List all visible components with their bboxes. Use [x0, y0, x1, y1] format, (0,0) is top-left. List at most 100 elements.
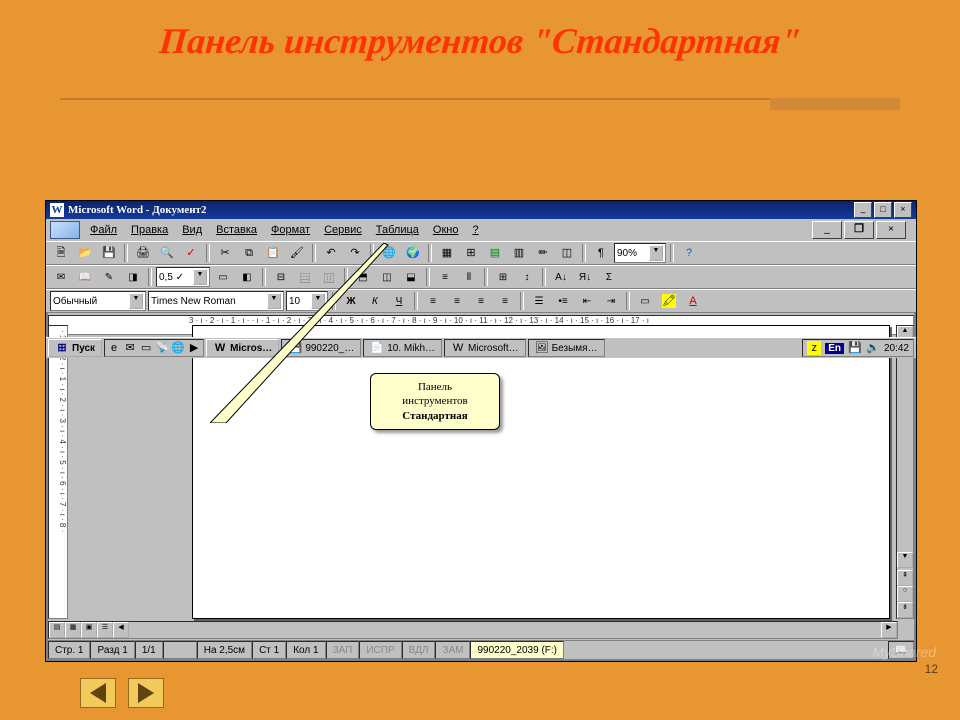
menu-window[interactable]: Окно: [427, 223, 465, 237]
font-combo[interactable]: Times New Roman▼: [148, 291, 284, 311]
tables-borders-icon[interactable]: ▦: [436, 243, 458, 263]
align-mid-icon[interactable]: ◫: [376, 267, 398, 287]
borders-icon[interactable]: ▭: [634, 291, 656, 311]
insert-row-icon[interactable]: ⊟: [270, 267, 292, 287]
web-toolbar-icon[interactable]: 🌍: [402, 243, 424, 263]
normal-view-icon[interactable]: ▤: [49, 622, 65, 638]
columns-icon[interactable]: ▥: [508, 243, 530, 263]
mdi-restore[interactable]: ❐: [844, 221, 874, 239]
next-slide-button[interactable]: [128, 678, 164, 708]
task-3[interactable]: 📄10. Mikh…: [363, 339, 442, 357]
ql-mail-icon[interactable]: ✉: [123, 341, 137, 355]
maximize-button[interactable]: □: [874, 202, 892, 218]
merge-cells-icon[interactable]: ⿳: [294, 267, 316, 287]
print-icon[interactable]: 🖨: [132, 243, 154, 263]
bullets-icon[interactable]: •≡: [552, 291, 574, 311]
ql-player-icon[interactable]: ▶: [187, 341, 201, 355]
tray-zip-icon[interactable]: z: [807, 341, 821, 355]
shading-icon[interactable]: ◧: [236, 267, 258, 287]
insert-table-icon[interactable]: ⊞: [460, 243, 482, 263]
drawing-icon[interactable]: ✏: [532, 243, 554, 263]
menu-edit[interactable]: Правка: [125, 223, 174, 237]
document-page[interactable]: [192, 325, 890, 619]
web-view-icon[interactable]: ▦: [65, 622, 81, 638]
sort-desc-icon[interactable]: Я↓: [574, 267, 596, 287]
scroll-down-icon[interactable]: ▼: [897, 552, 913, 568]
tray-vol-icon[interactable]: 🔊: [866, 341, 880, 355]
menu-insert[interactable]: Вставка: [210, 223, 263, 237]
excel-icon[interactable]: ▤: [484, 243, 506, 263]
autoformat-icon[interactable]: ⊞: [492, 267, 514, 287]
italic-button[interactable]: К: [364, 291, 386, 311]
vertical-scrollbar[interactable]: ▲ ▼ ⇞ ○ ⇟: [896, 325, 914, 619]
ql-explorer-icon[interactable]: 🌐: [171, 341, 185, 355]
print-preview-icon[interactable]: 🔍: [156, 243, 178, 263]
zoom-combo[interactable]: 90%▼: [614, 243, 666, 263]
mdi-close[interactable]: ×: [876, 221, 906, 239]
tray-lang[interactable]: En: [825, 343, 844, 354]
task-5[interactable]: 🖼Безымя…: [528, 339, 605, 357]
split-cells-icon[interactable]: ⿲: [318, 267, 340, 287]
ql-desktop-icon[interactable]: ▭: [139, 341, 153, 355]
pencil-icon[interactable]: ✎: [98, 267, 120, 287]
task-word[interactable]: WMicros…: [206, 339, 279, 357]
border-icon[interactable]: ▭: [212, 267, 234, 287]
vertical-ruler[interactable]: · 1 · ı · 2 · ı · 1 · ı · 2 · ı · 3 · ı …: [48, 325, 68, 619]
menu-format[interactable]: Формат: [265, 223, 316, 237]
menu-table[interactable]: Таблица: [370, 223, 425, 237]
book-icon[interactable]: 📖: [74, 267, 96, 287]
open-icon[interactable]: 📂: [74, 243, 96, 263]
new-doc-icon[interactable]: 🗎: [50, 243, 72, 263]
align-left-icon[interactable]: ≡: [422, 291, 444, 311]
align-bot-icon[interactable]: ⬓: [400, 267, 422, 287]
menu-tools[interactable]: Сервис: [318, 223, 368, 237]
menu-file[interactable]: Файл: [84, 223, 123, 237]
doc-map-icon[interactable]: ◫: [556, 243, 578, 263]
minimize-button[interactable]: _: [854, 202, 872, 218]
page-view-icon[interactable]: ▣: [81, 622, 97, 638]
paste-icon[interactable]: 📋: [262, 243, 284, 263]
increase-indent-icon[interactable]: ⇥: [600, 291, 622, 311]
menu-view[interactable]: Вид: [176, 223, 208, 237]
text-direction-icon[interactable]: ↕: [516, 267, 538, 287]
ql-channels-icon[interactable]: 📡: [155, 341, 169, 355]
close-button[interactable]: ×: [894, 202, 912, 218]
autosum-icon[interactable]: Σ: [598, 267, 620, 287]
fontsize-combo[interactable]: 10▼: [286, 291, 328, 311]
outline-view-icon[interactable]: ☰: [97, 622, 113, 638]
ql-ie-icon[interactable]: e: [107, 341, 121, 355]
underline-button[interactable]: Ч: [388, 291, 410, 311]
save-icon[interactable]: 💾: [98, 243, 120, 263]
start-button[interactable]: ⊞ Пуск: [48, 339, 102, 357]
eraser-icon[interactable]: ◨: [122, 267, 144, 287]
bold-button[interactable]: Ж: [340, 291, 362, 311]
format-painter-icon[interactable]: 🖌: [286, 243, 308, 263]
copy-icon[interactable]: ⧉: [238, 243, 260, 263]
tray-disk-icon[interactable]: 💾: [848, 341, 862, 355]
redo-icon[interactable]: ↷: [344, 243, 366, 263]
undo-icon[interactable]: ↶: [320, 243, 342, 263]
titlebar[interactable]: W Microsoft Word - Документ2 _ □ ×: [46, 201, 916, 219]
distribute-cols-icon[interactable]: ⦀: [458, 267, 480, 287]
align-right-icon[interactable]: ≡: [470, 291, 492, 311]
scroll-right-icon[interactable]: ▶: [881, 622, 897, 638]
fontcolor-icon[interactable]: A: [682, 291, 704, 311]
align-center-icon[interactable]: ≡: [446, 291, 468, 311]
envelope-icon[interactable]: ✉: [50, 267, 72, 287]
hyperlink-icon[interactable]: 🌐: [378, 243, 400, 263]
line-spacing-combo[interactable]: 0,5 ✓▼: [156, 267, 210, 287]
prev-page-icon[interactable]: ⇞: [897, 570, 913, 586]
task-2[interactable]: 💾990220_…: [281, 339, 361, 357]
task-4[interactable]: WMicrosoft…: [444, 339, 526, 357]
prev-slide-button[interactable]: [80, 678, 116, 708]
align-top-icon[interactable]: ⬒: [352, 267, 374, 287]
next-page-icon[interactable]: ⇟: [897, 602, 913, 618]
sort-asc-icon[interactable]: A↓: [550, 267, 572, 287]
scroll-left-icon[interactable]: ◀: [113, 622, 129, 638]
highlight-icon[interactable]: 🖍: [658, 291, 680, 311]
distribute-rows-icon[interactable]: ≡: [434, 267, 456, 287]
align-justify-icon[interactable]: ≡: [494, 291, 516, 311]
show-marks-icon[interactable]: ¶: [590, 243, 612, 263]
horizontal-scrollbar[interactable]: ▤ ▦ ▣ ☰ ◀ ▶: [48, 621, 898, 639]
decrease-indent-icon[interactable]: ⇤: [576, 291, 598, 311]
